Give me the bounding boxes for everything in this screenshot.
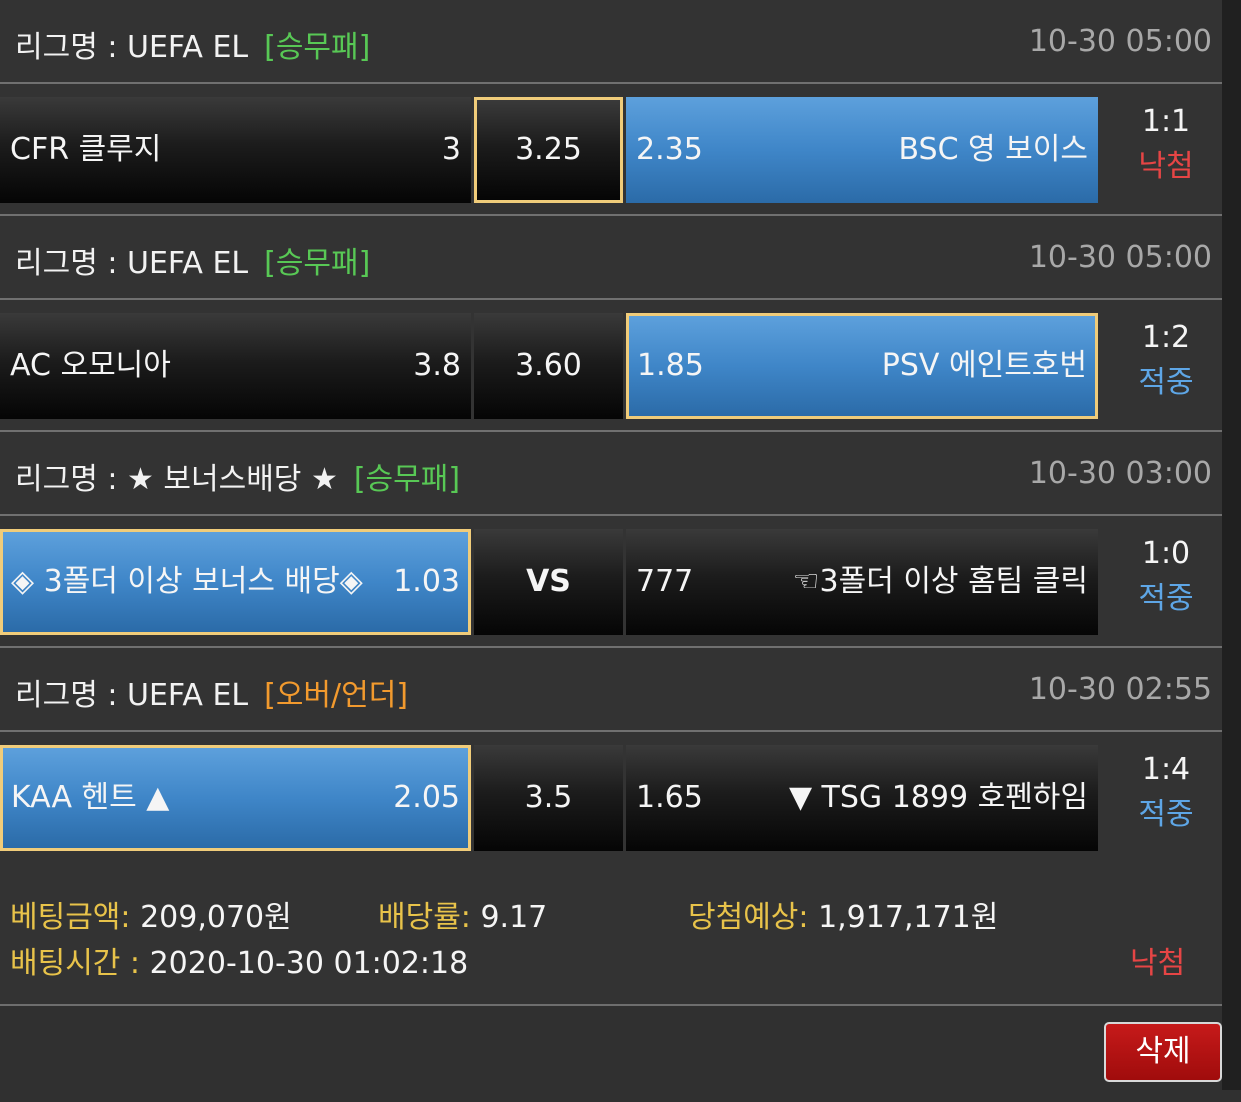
bet-type-label: [승무패] — [353, 462, 461, 497]
bet-amount-label: 베팅금액: — [10, 900, 131, 935]
match-status: 적중 — [1138, 581, 1194, 616]
match-result: 1:4 적중 — [1110, 748, 1222, 838]
home-team-odds-cell[interactable]: AC 오모니아 3.8 — [0, 313, 471, 419]
league-header: 리그명 : ★ 보너스배당 ★ [승무패] 10-30 03:00 — [0, 432, 1222, 516]
total-odds-value: 9.17 — [480, 900, 548, 935]
home-team-name: CFR 클루지 — [10, 132, 162, 167]
home-team-odds-cell[interactable]: KAA 헨트 ▲ 2.05 — [0, 745, 471, 851]
slip-footer: 삭제 — [0, 1006, 1222, 1102]
match-score: 1:4 — [1141, 752, 1191, 787]
league-name: 리그명 : UEFA EL — [15, 678, 249, 713]
match-result: 1:2 적중 — [1110, 316, 1222, 406]
expected-win-label: 당첨예상: — [688, 900, 809, 935]
total-odds: 배당률: 9.17 — [378, 892, 547, 936]
bet-amount-value: 209,070원 — [140, 900, 292, 935]
match-row: AC 오모니아 3.8 3.60 1.85 PSV 에인트호번 1:2 적중 — [0, 300, 1222, 432]
delete-button[interactable]: 삭제 — [1104, 1022, 1222, 1082]
bet-summary: 베팅금액: 209,070원 배당률: 9.17 당첨예상: 1,917,171… — [0, 862, 1222, 1006]
league-name: 리그명 : UEFA EL — [15, 30, 249, 65]
total-odds-label: 배당률: — [378, 900, 471, 935]
match-row: CFR 클루지 3 3.25 2.35 BSC 영 보이스 1:1 낙첨 — [0, 84, 1222, 216]
match-time: 10-30 03:00 — [1028, 456, 1212, 491]
league-name: 리그명 : ★ 보너스배당 ★ — [15, 462, 338, 497]
bet-slip: 리그명 : UEFA EL [승무패] 10-30 05:00 CFR 클루지 3… — [0, 0, 1222, 1102]
away-team-odds-cell[interactable]: 1.85 PSV 에인트호번 — [626, 313, 1098, 419]
league-header: 리그명 : UEFA EL [오버/언더] 10-30 02:55 — [0, 648, 1222, 732]
bet-type-label: [오버/언더] — [264, 678, 409, 713]
away-team-odds-cell[interactable]: 777 ☜3폴더 이상 홈팀 클릭 — [626, 529, 1098, 635]
away-team-name: ▼ TSG 1899 호펜하임 — [788, 780, 1088, 815]
bet-time: 배팅시간 : 2020-10-30 01:02:18 — [10, 938, 468, 982]
league-header: 리그명 : UEFA EL [승무패] 10-30 05:00 — [0, 216, 1222, 300]
home-odds: 3.8 — [413, 348, 461, 383]
bet-amount: 베팅금액: 209,070원 — [10, 892, 292, 936]
bet-type-label: [승무패] — [264, 30, 371, 65]
vs-label: VS — [474, 529, 623, 635]
draw-odds-cell[interactable]: 3.25 — [474, 97, 623, 203]
match-result: 1:1 낙첨 — [1110, 100, 1222, 190]
match-result: 1:0 적중 — [1110, 532, 1222, 622]
home-team-name: ◈ 3폴더 이상 보너스 배당◈ — [11, 564, 363, 599]
match-time: 10-30 05:00 — [1028, 24, 1212, 59]
match-status: 적중 — [1138, 365, 1194, 400]
expected-win-value: 1,917,171원 — [818, 900, 999, 935]
match-status: 낙첨 — [1138, 149, 1194, 184]
match-row: ◈ 3폴더 이상 보너스 배당◈ 1.03 VS 777 ☜3폴더 이상 홈팀 … — [0, 516, 1222, 648]
away-team-name: BSC 영 보이스 — [898, 132, 1088, 167]
home-team-odds-cell[interactable]: ◈ 3폴더 이상 보너스 배당◈ 1.03 — [0, 529, 471, 635]
away-odds: 1.85 — [637, 348, 704, 383]
match-time: 10-30 02:55 — [1028, 672, 1212, 707]
home-odds: 2.05 — [393, 780, 460, 815]
right-edge-strip — [1222, 0, 1241, 1090]
away-team-name: ☜3폴더 이상 홈팀 클릭 — [792, 564, 1088, 599]
home-odds: 3 — [441, 132, 461, 167]
away-odds: 777 — [636, 564, 694, 599]
match-status: 적중 — [1138, 797, 1194, 832]
league-name: 리그명 : UEFA EL — [15, 246, 249, 281]
match-score: 1:0 — [1141, 536, 1191, 571]
bet-result-status: 낙첨 — [1130, 946, 1186, 981]
home-odds: 1.03 — [393, 564, 460, 599]
expected-win: 당첨예상: 1,917,171원 — [688, 892, 998, 936]
bet-type-label: [승무패] — [264, 246, 371, 281]
match-score: 1:1 — [1141, 104, 1191, 139]
away-odds: 1.65 — [636, 780, 703, 815]
away-team-name: PSV 에인트호번 — [881, 348, 1087, 383]
match-row: KAA 헨트 ▲ 2.05 3.5 1.65 ▼ TSG 1899 호펜하임 1… — [0, 732, 1222, 862]
home-team-name: KAA 헨트 ▲ — [11, 780, 170, 815]
handicap-line-cell[interactable]: 3.5 — [474, 745, 623, 851]
match-time: 10-30 05:00 — [1028, 240, 1212, 275]
bet-time-label: 배팅시간 : — [10, 946, 141, 981]
match-score: 1:2 — [1141, 320, 1191, 355]
away-odds: 2.35 — [636, 132, 703, 167]
home-team-name: AC 오모니아 — [10, 348, 171, 383]
away-team-odds-cell[interactable]: 2.35 BSC 영 보이스 — [626, 97, 1098, 203]
bet-time-value: 2020-10-30 01:02:18 — [149, 946, 469, 981]
away-team-odds-cell[interactable]: 1.65 ▼ TSG 1899 호펜하임 — [626, 745, 1098, 851]
league-header: 리그명 : UEFA EL [승무패] 10-30 05:00 — [0, 0, 1222, 84]
draw-odds-cell[interactable]: 3.60 — [474, 313, 623, 419]
home-team-odds-cell[interactable]: CFR 클루지 3 — [0, 97, 471, 203]
